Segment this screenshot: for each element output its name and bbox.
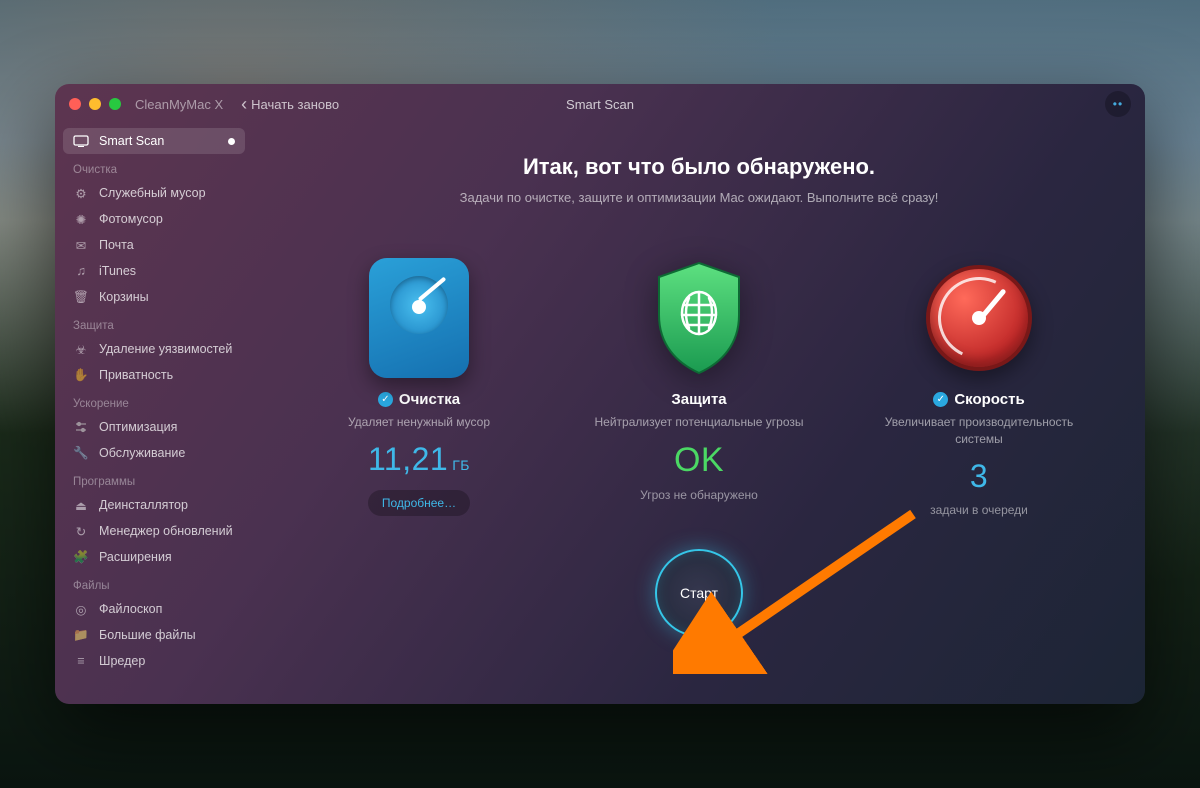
sidebar-item-extensions[interactable]: 🧩 Расширения (63, 544, 245, 570)
sidebar-section-speed: Ускорение (63, 388, 245, 414)
protection-value: OK (674, 441, 724, 480)
cleanup-value: 11,21ГБ (368, 441, 470, 478)
cleanup-desc: Удаляет ненужный мусор (348, 414, 490, 431)
protection-sub: Угроз не обнаружено (640, 488, 758, 502)
sidebar-item-label: Обслуживание (99, 446, 185, 460)
speed-card: ✓ Скорость Увеличивает производительност… (869, 253, 1089, 517)
sidebar-item-large-files[interactable]: 📁 Большие файлы (63, 622, 245, 648)
speed-sub: задачи в очереди (930, 503, 1028, 517)
biohazard-icon: ☣ (73, 341, 89, 357)
trash-icon: 🗑 (73, 289, 89, 305)
shredder-icon: ≡ (73, 653, 89, 669)
sidebar-item-label: Корзины (99, 290, 149, 304)
headline: Итак, вот что было обнаружено. (523, 154, 875, 180)
sidebar-section-apps: Программы (63, 466, 245, 492)
minimize-window-button[interactable] (89, 98, 101, 110)
sidebar-item-label: Удаление уязвимостей (99, 342, 232, 356)
sidebar-item-label: Smart Scan (99, 134, 164, 148)
window-title: Smart Scan (566, 97, 634, 112)
details-button[interactable]: Подробнее… (368, 490, 470, 516)
aperture-icon: ✺ (73, 211, 89, 227)
sidebar-section-protection: Защита (63, 310, 245, 336)
close-window-button[interactable] (69, 98, 81, 110)
sidebar-item-malware[interactable]: ☣ Удаление уязвимостей (63, 336, 245, 362)
speed-desc: Увеличивает производительность системы (869, 414, 1089, 448)
check-icon: ✓ (933, 392, 948, 407)
sidebar-item-system-junk[interactable]: ⚙ Служебный мусор (63, 180, 245, 206)
gauge-illustration (924, 253, 1034, 383)
protection-title: Защита (671, 391, 726, 408)
sidebar-item-label: Файлоскоп (99, 602, 162, 616)
sidebar-item-label: Оптимизация (99, 420, 177, 434)
sidebar-item-shredder[interactable]: ≡ Шредер (63, 648, 245, 674)
protection-desc: Нейтрализует потенциальные угрозы (595, 414, 804, 431)
music-icon: ♫ (73, 263, 89, 279)
wrench-icon: 🔧 (73, 445, 89, 461)
assistant-button[interactable]: •• (1105, 91, 1131, 117)
sidebar-item-label: Почта (99, 238, 134, 252)
sidebar-item-label: Большие файлы (99, 628, 196, 642)
subheadline: Задачи по очистке, защите и оптимизации … (460, 190, 939, 205)
start-over-button[interactable]: Начать заново (241, 97, 339, 112)
puzzle-icon: 🧩 (73, 549, 89, 565)
protection-card: Защита Нейтрализует потенциальные угрозы… (589, 253, 809, 517)
smart-scan-icon (73, 133, 89, 149)
zoom-window-button[interactable] (109, 98, 121, 110)
gear-icon: ⚙ (73, 185, 89, 201)
sidebar-section-files: Файлы (63, 570, 245, 596)
check-icon: ✓ (378, 392, 393, 407)
active-indicator (228, 138, 235, 145)
sidebar-item-label: Приватность (99, 368, 173, 382)
speed-title: Скорость (954, 391, 1024, 408)
sidebar-item-maintenance[interactable]: 🔧 Обслуживание (63, 440, 245, 466)
titlebar: CleanMyMac X Начать заново Smart Scan •• (55, 84, 1145, 124)
sidebar-item-itunes[interactable]: ♫ iTunes (63, 258, 245, 284)
sidebar-section-cleanup: Очистка (63, 154, 245, 180)
refresh-icon: ↻ (73, 523, 89, 539)
window-controls (69, 98, 121, 110)
sidebar-item-label: Шредер (99, 654, 145, 668)
start-button[interactable]: Старт (655, 549, 743, 637)
sliders-icon (73, 419, 89, 435)
cleanup-title: Очистка (399, 391, 460, 408)
sidebar-item-label: Фотомусор (99, 212, 163, 226)
sidebar-item-label: Расширения (99, 550, 172, 564)
speed-value: 3 (970, 458, 988, 495)
result-cards: ✓ Очистка Удаляет ненужный мусор 11,21ГБ… (283, 253, 1115, 517)
sidebar-item-space-lens[interactable]: ◎ Файлоскоп (63, 596, 245, 622)
sidebar-item-photo-junk[interactable]: ✺ Фотомусор (63, 206, 245, 232)
sidebar-item-optimization[interactable]: Оптимизация (63, 414, 245, 440)
main-content: Итак, вот что было обнаружено. Задачи по… (253, 124, 1145, 704)
hand-icon: ✋ (73, 367, 89, 383)
uninstall-icon: ⏏ (73, 497, 89, 513)
sidebar: Smart Scan Очистка ⚙ Служебный мусор ✺ Ф… (55, 124, 253, 704)
sidebar-item-updater[interactable]: ↻ Менеджер обновлений (63, 518, 245, 544)
sidebar-item-label: Служебный мусор (99, 186, 206, 200)
app-window: CleanMyMac X Начать заново Smart Scan ••… (55, 84, 1145, 704)
sidebar-item-smart-scan[interactable]: Smart Scan (63, 128, 245, 154)
cleanup-card: ✓ Очистка Удаляет ненужный мусор 11,21ГБ… (309, 253, 529, 517)
sidebar-item-label: Деинсталлятор (99, 498, 188, 512)
sidebar-item-label: Менеджер обновлений (99, 524, 233, 538)
sidebar-item-privacy[interactable]: ✋ Приватность (63, 362, 245, 388)
sidebar-item-trash[interactable]: 🗑 Корзины (63, 284, 245, 310)
sidebar-item-label: iTunes (99, 264, 136, 278)
sidebar-item-uninstaller[interactable]: ⏏ Деинсталлятор (63, 492, 245, 518)
sidebar-item-mail[interactable]: ✉ Почта (63, 232, 245, 258)
app-name: CleanMyMac X (135, 97, 223, 112)
envelope-icon: ✉ (73, 237, 89, 253)
shield-illustration (644, 253, 754, 383)
lens-icon: ◎ (73, 601, 89, 617)
folder-icon: 📁 (73, 627, 89, 643)
disk-illustration (364, 253, 474, 383)
